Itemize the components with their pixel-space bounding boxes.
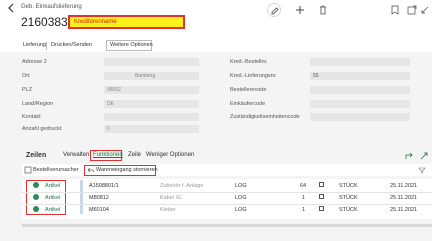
field-value-plz[interactable]: 96052 [104,86,199,94]
field-label: Kred.-Lieferungsnr. [230,73,277,79]
row-divider [22,192,432,193]
action-drucken-senden[interactable]: Drucken/Senden [51,42,92,48]
edit-icon[interactable] [267,3,281,17]
row-selected-icon[interactable] [33,194,39,200]
tab-weniger-optionen[interactable]: Weniger Optionen [146,152,194,158]
delete-icon[interactable] [316,3,330,17]
tab-funktionen[interactable]: Funktionen [93,152,123,158]
line-unit: STÜCK [339,183,358,189]
field-value-land[interactable]: DE [104,100,199,108]
line-desc: Kabel XL [160,195,183,201]
line-no[interactable]: M60104 [89,207,109,213]
tab-verwalten[interactable]: Verwalten [63,152,89,158]
open-new-window-icon[interactable] [405,3,419,17]
lines-table [22,179,432,219]
line-desc: Zubehör f. Anlage [160,183,204,189]
bestellverursacher-button[interactable]: Bestellverursacher [33,167,79,173]
filter-icon[interactable] [418,166,426,176]
expand-icon[interactable] [419,151,429,163]
line-date: 25.11.2021 [390,183,418,189]
line-no[interactable]: M80812 [89,195,109,201]
line-checkbox[interactable] [319,194,324,199]
collapse-icon[interactable] [418,3,432,17]
line-loc: LOG [235,195,247,201]
add-icon[interactable] [293,3,307,17]
field-value-einkaeufercode[interactable] [310,100,410,108]
row-selected-icon[interactable] [33,206,39,212]
document-number: 21603835 [21,15,75,29]
field-label: PLZ [22,87,33,93]
field-value-kontakt[interactable] [104,113,199,121]
field-label: Land/Region [22,101,54,107]
bookmark-icon[interactable] [388,3,402,17]
field-value-bestellnr[interactable] [310,58,410,66]
field-label: Zuständigkeitseinheitencode [230,114,300,120]
field-label: Anzahl gedruckt [22,126,62,132]
field-label: Adresse 2 [22,59,47,65]
action-lieferung[interactable]: Lieferung [23,42,46,48]
line-date: 25.11.2021 [390,207,418,213]
wareneingang-stornieren-button[interactable]: Wareneingang stornieren [96,167,158,173]
line-loc: LOG [235,183,247,189]
back-arrow-icon[interactable] [6,3,16,13]
tab-zeile[interactable]: Zeile [128,152,141,158]
line-no[interactable]: A1508801/1 [89,183,119,189]
line-qty: 1 [302,207,306,213]
row-marker [80,180,83,214]
line-unit: STÜCK [339,195,358,201]
vendor-name-field[interactable]: Kreditorenname [68,15,185,29]
line-type[interactable]: Artikel [45,183,60,189]
line-desc: Kleber [160,207,176,213]
line-type[interactable]: Artikel [45,207,60,213]
line-qty: 64 [300,183,307,189]
order-originator-icon [24,166,32,176]
breadcrumb: Geb. Einkaufslieferung [21,4,82,10]
lines-title: Zeilen [26,152,47,159]
line-checkbox[interactable] [319,206,324,211]
field-label: Ort [22,73,30,79]
row-divider [22,204,432,205]
vendor-name-text: Kreditorenname [74,19,117,25]
action-weitere-optionen[interactable]: Weitere Optionen [110,42,153,48]
action-separator [46,42,47,50]
field-value-lieferungsnr[interactable]: 55 [310,72,410,80]
line-loc: LOG [235,207,247,213]
line-qty: 1 [302,195,306,201]
row-selected-icon[interactable] [33,182,39,188]
share-icon[interactable] [404,151,414,163]
horizontal-scrollbar[interactable] [22,224,432,227]
field-value-adresse2[interactable] [104,58,199,66]
line-date: 25.11.2021 [390,195,418,201]
field-value-anzahl: 0 [104,125,199,133]
field-value-bestellercode[interactable] [310,86,410,94]
field-value-zustaendigkeit[interactable] [310,113,410,121]
line-unit: STÜCK [339,207,358,213]
undo-icon [87,167,94,176]
line-checkbox[interactable] [319,182,324,187]
field-value-ort[interactable]: Bamberg [104,72,199,80]
field-label: Einkäufercode [230,101,266,107]
field-label: Kred.-Bestellnr. [230,59,268,65]
line-type[interactable]: Artikel [45,195,60,201]
field-label: Kontakt [22,114,41,120]
field-label: Bestellerecode [230,87,267,93]
